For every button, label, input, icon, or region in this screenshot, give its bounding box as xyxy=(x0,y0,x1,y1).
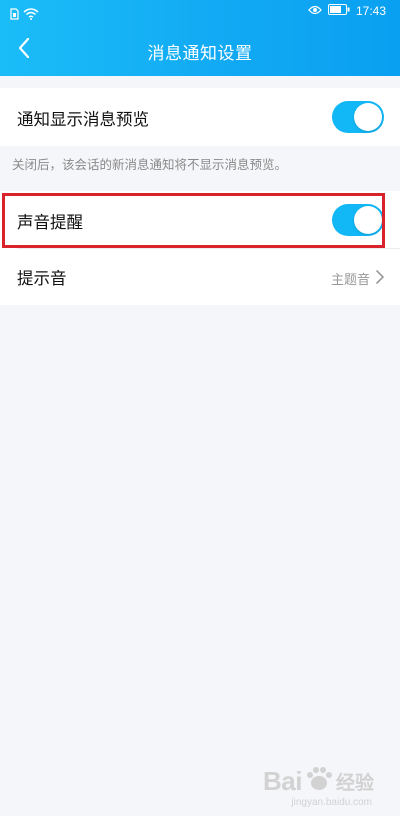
preview-label: 通知显示消息预览 xyxy=(17,110,149,129)
watermark-url: jingyan.baidu.com xyxy=(291,797,372,808)
watermark-suffix: 经验 xyxy=(335,773,374,794)
preview-toggle[interactable] xyxy=(332,101,384,133)
eye-icon xyxy=(308,4,322,18)
paw-icon xyxy=(304,765,334,798)
battery-icon xyxy=(327,4,350,18)
preview-card: 通知显示消息预览 xyxy=(0,88,400,146)
page-title: 消息通知设置 xyxy=(147,44,253,64)
status-left xyxy=(10,5,39,24)
tone-value: 主题音 xyxy=(330,273,370,288)
sound-row: 声音提醒 xyxy=(0,191,400,249)
tone-label: 提示音 xyxy=(17,269,67,288)
status-time: 17:43 xyxy=(355,4,386,18)
sound-label: 声音提醒 xyxy=(17,213,83,232)
watermark-brand: Bai xyxy=(263,766,302,796)
nav-bar: 消息通知设置 xyxy=(0,26,400,76)
status-right: 17:43 xyxy=(308,4,386,18)
tone-row[interactable]: 提示音 主题音 xyxy=(0,249,400,305)
sound-toggle[interactable] xyxy=(332,204,384,236)
watermark-logo: Bai 经验 xyxy=(263,765,374,798)
toggle-knob xyxy=(354,103,382,131)
app-header: 17:43 消息通知设置 xyxy=(0,0,400,76)
chevron-right-icon xyxy=(374,268,386,286)
sound-card: 声音提醒 提示音 主题音 xyxy=(0,191,400,305)
toggle-knob xyxy=(354,206,382,234)
wifi-icon xyxy=(23,5,39,24)
preview-hint: 关闭后，该会话的新消息通知将不显示消息预览。 xyxy=(12,157,288,172)
preview-row: 通知显示消息预览 xyxy=(0,88,400,146)
status-bar: 17:43 xyxy=(0,0,400,26)
sim-card-icon xyxy=(10,5,19,24)
